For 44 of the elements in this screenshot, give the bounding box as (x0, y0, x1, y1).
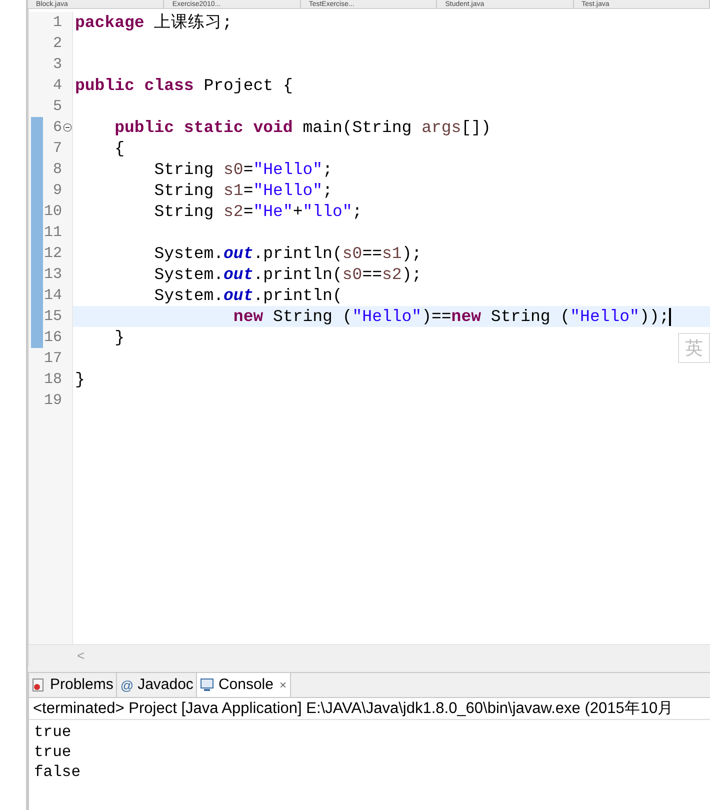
code-line: public static void main(String args[]) (114, 117, 491, 138)
line-number: 14 (43, 286, 62, 306)
line-number: 15 (43, 307, 62, 327)
code-line: public class Project { (75, 75, 293, 96)
problems-icon (32, 678, 46, 692)
line-number: 1 (52, 13, 62, 33)
line-number: 7 (52, 139, 62, 159)
line-number: 10 (43, 202, 62, 222)
code-line: String s0="Hello"; (153, 159, 332, 180)
console-output-line: true (34, 742, 72, 762)
line-number: 16 (43, 328, 62, 348)
line-number: 17 (43, 349, 62, 369)
line-number: 19 (43, 391, 62, 411)
line-number: 13 (43, 265, 62, 285)
code-line: } (75, 369, 85, 390)
line-number: 6 (52, 118, 62, 138)
code-line: { (114, 138, 125, 159)
console-output-line: false (34, 762, 82, 782)
code-line: } (114, 327, 125, 348)
panel-tab[interactable]: Console × (197, 673, 290, 697)
collapse-icon[interactable] (63, 123, 72, 132)
code-line: new String ("Hello")==new String ("Hello")); (232, 306, 670, 327)
code-line: String s1="Hello"; (153, 180, 332, 201)
code-line: String s2="He"+"llo"; (153, 201, 362, 222)
input-method-indicator: 英 (678, 333, 710, 363)
line-number: 12 (43, 244, 62, 264)
line-number: 9 (52, 181, 62, 201)
line-number: 5 (52, 97, 62, 117)
code-line: System.out.println(s0==s2); (153, 264, 422, 285)
text-cursor (669, 308, 672, 326)
line-number: 8 (52, 160, 62, 180)
line-number: 3 (52, 55, 62, 75)
console-output-line: true (34, 722, 72, 742)
monitor-icon (200, 678, 214, 692)
close-icon[interactable]: × (279, 676, 286, 694)
line-number: 2 (52, 34, 62, 54)
line-number: 4 (52, 76, 62, 96)
line-number: 18 (43, 370, 62, 390)
at-sign-icon: @ (120, 678, 134, 692)
code-line: System.out.println( (153, 285, 342, 306)
code-line: System.out.println(s0==s1); (153, 243, 422, 264)
line-number: 11 (43, 223, 62, 243)
console-header: <terminated> Project [Java Application] E:\JAVA\Java\jdk1.8.0_60\bin\javaw.exe (2015年10月 (29, 698, 710, 720)
code-line: package 上课练习; (75, 12, 232, 33)
